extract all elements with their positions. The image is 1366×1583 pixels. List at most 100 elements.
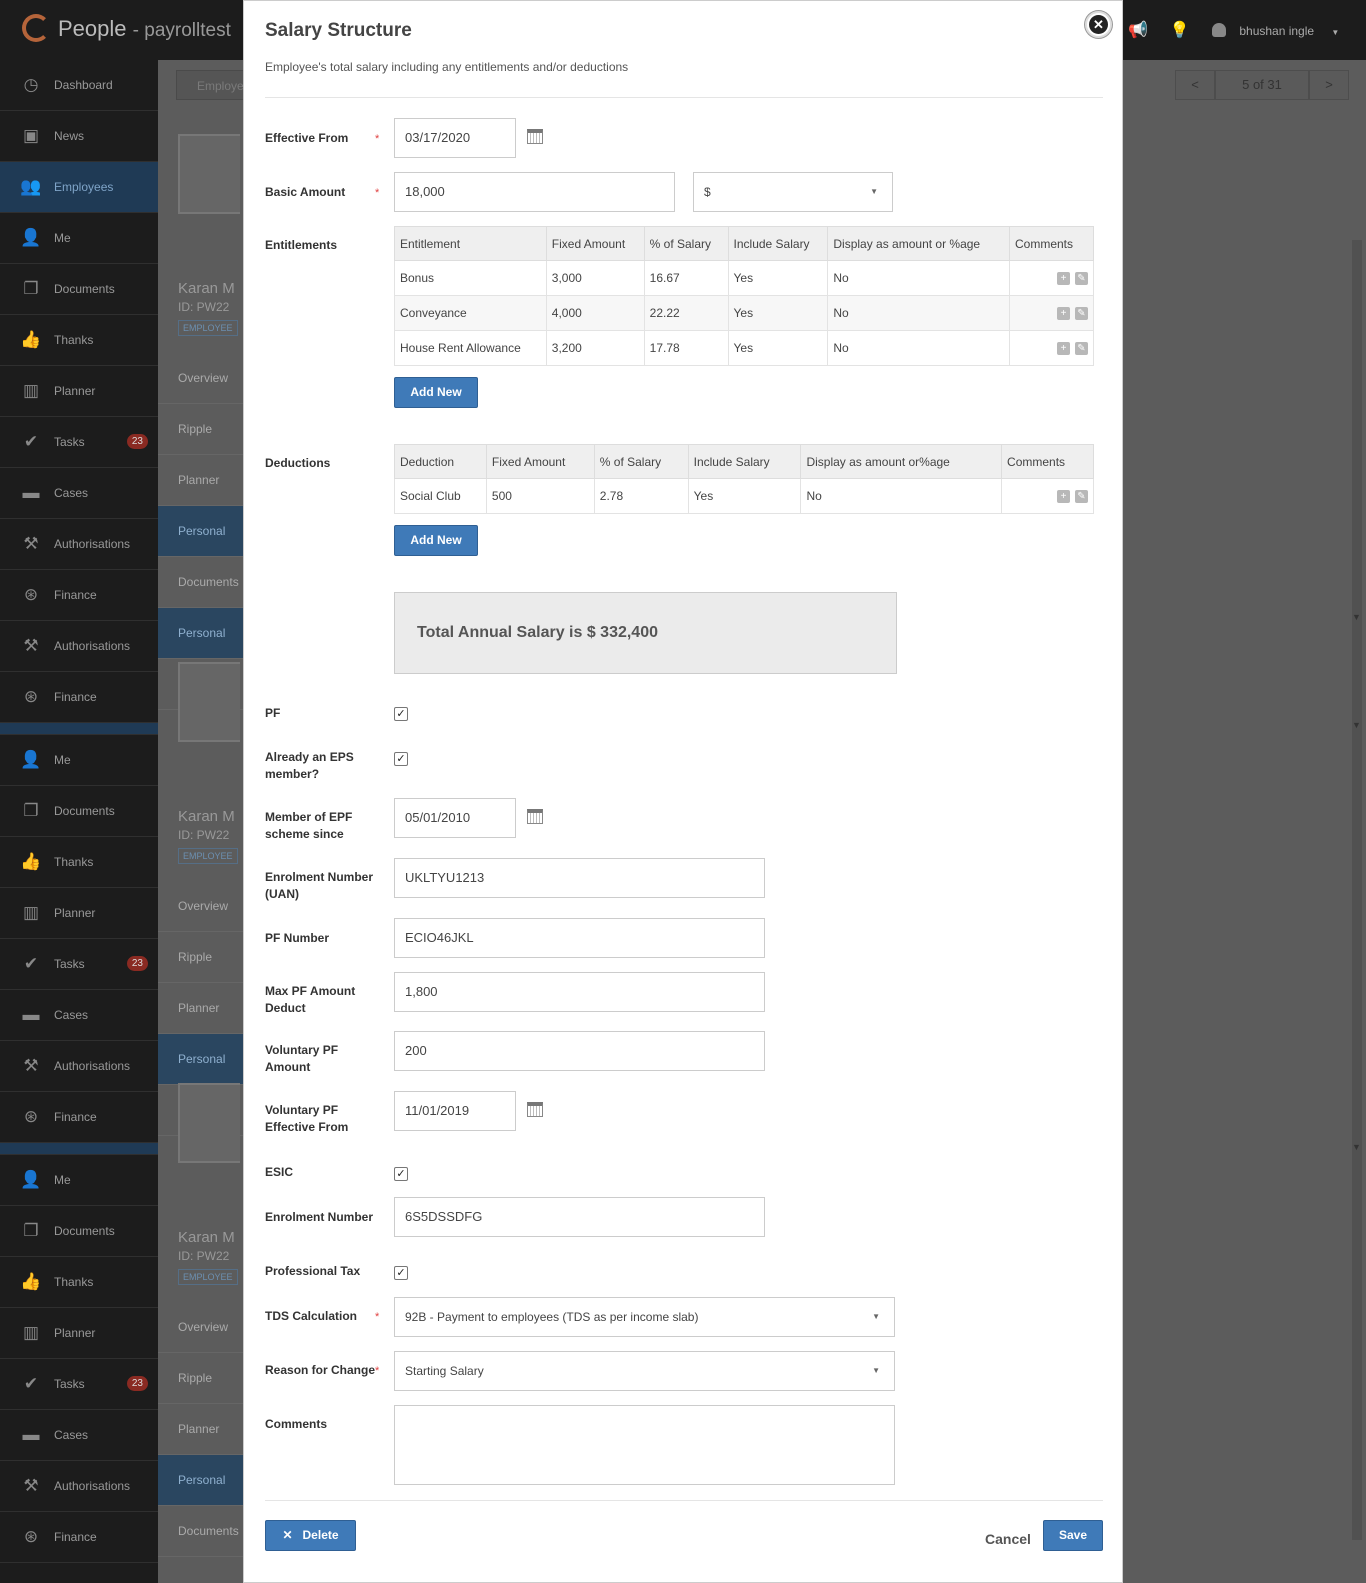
calendar-icon[interactable]	[527, 809, 543, 824]
employee-tab-planner[interactable]: Planner	[158, 1404, 243, 1455]
sidebar-item-documents[interactable]: ❐ Documents	[0, 264, 158, 315]
sidebar-item-tasks[interactable]: ✔ Tasks 23	[0, 417, 158, 468]
sidebar-item-cases[interactable]: ▬ Cases	[0, 468, 158, 519]
close-modal-button[interactable]: ✕	[1085, 11, 1112, 38]
sidebar-item-me[interactable]: 👤 Me	[0, 213, 158, 264]
esic-number-input[interactable]: 6S5DSSDFG	[394, 1197, 765, 1237]
sidebar-item-authorisations[interactable]: ⚒ Authorisations	[0, 1041, 158, 1092]
sidebar-item-label: Tasks	[54, 435, 85, 449]
calendar-icon[interactable]	[527, 1102, 543, 1117]
add-entitlement-button[interactable]: Add New	[394, 377, 478, 408]
sidebar-divider	[0, 1143, 158, 1155]
comments-textarea[interactable]	[394, 1405, 895, 1485]
uan-label-line2: (UAN)	[265, 887, 299, 901]
employee-tab-overview[interactable]: Overview	[158, 353, 243, 404]
professional-tax-checkbox[interactable]: ✓	[394, 1266, 408, 1280]
basic-amount-input[interactable]: 18,000	[394, 172, 675, 212]
sidebar-item-planner[interactable]: ▥ Planner	[0, 1308, 158, 1359]
effective-from-input[interactable]: 03/17/2020	[394, 118, 516, 158]
add-comment-icon[interactable]: +	[1057, 272, 1070, 286]
employee-tab-ripple[interactable]: Ripple	[158, 1353, 243, 1404]
employee-tab-personal[interactable]: Personal	[158, 1455, 243, 1506]
sidebar-item-finance[interactable]: ⊛ Finance	[0, 672, 158, 723]
employee-tab-personal[interactable]: Personal	[158, 608, 243, 659]
employee-tab-planner[interactable]: Planner	[158, 455, 243, 506]
add-deduction-button[interactable]: Add New	[394, 525, 478, 556]
sidebar-item-label: Me	[54, 1173, 71, 1187]
sidebar-item-thanks[interactable]: 👍 Thanks	[0, 1257, 158, 1308]
employee-id: ID: PW22	[178, 1249, 230, 1263]
tds-select[interactable]: 92B - Payment to employees (TDS as per i…	[394, 1297, 895, 1337]
employee-tab-overview[interactable]: Overview	[158, 1302, 243, 1353]
sidebar-item-documents[interactable]: ❐ Documents	[0, 1206, 158, 1257]
sidebar-item-cases[interactable]: ▬ Cases	[0, 1410, 158, 1461]
sidebar-item-label: Tasks	[54, 957, 85, 971]
sidebar-item-finance[interactable]: ⊛ Finance	[0, 570, 158, 621]
sidebar-item-authorisations[interactable]: ⚒ Authorisations	[0, 621, 158, 672]
finance-icon: ⊛	[23, 1527, 39, 1546]
add-comment-icon[interactable]: +	[1057, 307, 1070, 321]
pf-number-input[interactable]: ECIO46JKL	[394, 918, 765, 958]
edit-icon[interactable]: ✎	[1075, 307, 1088, 321]
sidebar-item-news[interactable]: ▣ News	[0, 111, 158, 162]
currency-select[interactable]: $ ▼	[693, 172, 893, 212]
sidebar-item-planner[interactable]: ▥ Planner	[0, 888, 158, 939]
employee-tab-ripple[interactable]: Ripple	[158, 932, 243, 983]
cancel-button[interactable]: Cancel	[985, 1531, 1031, 1547]
megaphone-icon[interactable]: 📢	[1128, 20, 1148, 40]
reason-label: Reason for Change	[265, 1363, 376, 1377]
reason-select[interactable]: Starting Salary ▼	[394, 1351, 895, 1391]
calendar-icon[interactable]	[527, 129, 543, 144]
scrollbar[interactable]	[1352, 240, 1362, 1540]
sidebar-item-planner[interactable]: ▥ Planner	[0, 366, 158, 417]
pf-checkbox[interactable]: ✓	[394, 707, 408, 721]
esic-label: ESIC	[265, 1165, 294, 1179]
employee-tab-documents[interactable]: Documents	[158, 557, 243, 608]
pager-prev-button[interactable]: <	[1175, 70, 1215, 100]
add-comment-icon[interactable]: +	[1057, 490, 1070, 504]
sidebar-item-me[interactable]: 👤 Me	[0, 735, 158, 786]
save-button[interactable]: Save	[1043, 1520, 1103, 1551]
sidebar-item-tasks[interactable]: ✔ Tasks 23	[0, 939, 158, 990]
sidebar-item-authorisations[interactable]: ⚒ Authorisations	[0, 1461, 158, 1512]
edit-icon[interactable]: ✎	[1075, 342, 1088, 356]
esic-checkbox[interactable]: ✓	[394, 1167, 408, 1181]
voluntary-pf-input[interactable]: 200	[394, 1031, 765, 1071]
sidebar-item-documents[interactable]: ❐ Documents	[0, 786, 158, 837]
max-pf-input[interactable]: 1,800	[394, 972, 765, 1012]
eps-member-label-line1: Already an EPS	[265, 750, 354, 764]
sidebar-item-cases[interactable]: ▬ Cases	[0, 990, 158, 1041]
sidebar-item-authorisations[interactable]: ⚒ Authorisations	[0, 519, 158, 570]
sidebar-item-me[interactable]: 👤 Me	[0, 1155, 158, 1206]
voluntary-pf-from-input[interactable]: 11/01/2019	[394, 1091, 516, 1131]
pager-count: 5 of 31	[1215, 70, 1309, 100]
employee-tab-personal[interactable]: Personal	[158, 506, 243, 557]
delete-button[interactable]: ✕ Delete	[265, 1520, 356, 1551]
sidebar-item-finance[interactable]: ⊛ Finance	[0, 1512, 158, 1563]
epf-since-input[interactable]: 05/01/2010	[394, 798, 516, 838]
breadcrumb[interactable]: Employe	[176, 70, 246, 100]
edit-icon[interactable]: ✎	[1075, 272, 1088, 286]
sidebar-item-employees[interactable]: 👥 Employees	[0, 162, 158, 213]
lightbulb-icon[interactable]: 💡	[1170, 20, 1190, 40]
sidebar-item-finance[interactable]: ⊛ Finance	[0, 1092, 158, 1143]
user-menu[interactable]: bhushan ingle ▼	[1212, 23, 1339, 38]
table-cell: 17.78	[643, 330, 729, 366]
edit-icon[interactable]: ✎	[1075, 490, 1088, 504]
uan-input[interactable]: UKLTYU1213	[394, 858, 765, 898]
sidebar-item-thanks[interactable]: 👍 Thanks	[0, 837, 158, 888]
row-actions: + ✎	[1008, 330, 1095, 366]
required-mark: *	[375, 1311, 380, 1323]
pager-next-button[interactable]: >	[1309, 70, 1349, 100]
employee-tab-planner[interactable]: Planner	[158, 983, 243, 1034]
sidebar-item-dashboard[interactable]: ◷ Dashboard	[0, 60, 158, 111]
add-comment-icon[interactable]: +	[1057, 342, 1070, 356]
employee-tab-ripple[interactable]: Ripple	[158, 404, 243, 455]
employee-tab-documents[interactable]: Documents	[158, 1506, 243, 1557]
table-row: House Rent Allowance 3,200 17.78 Yes No + ✎	[394, 330, 1095, 366]
eps-member-checkbox[interactable]: ✓	[394, 752, 408, 766]
sidebar-item-tasks[interactable]: ✔ Tasks 23	[0, 1359, 158, 1410]
sidebar-item-thanks[interactable]: 👍 Thanks	[0, 315, 158, 366]
employee-tab-overview[interactable]: Overview	[158, 881, 243, 932]
employee-tab-personal[interactable]: Personal	[158, 1034, 243, 1085]
